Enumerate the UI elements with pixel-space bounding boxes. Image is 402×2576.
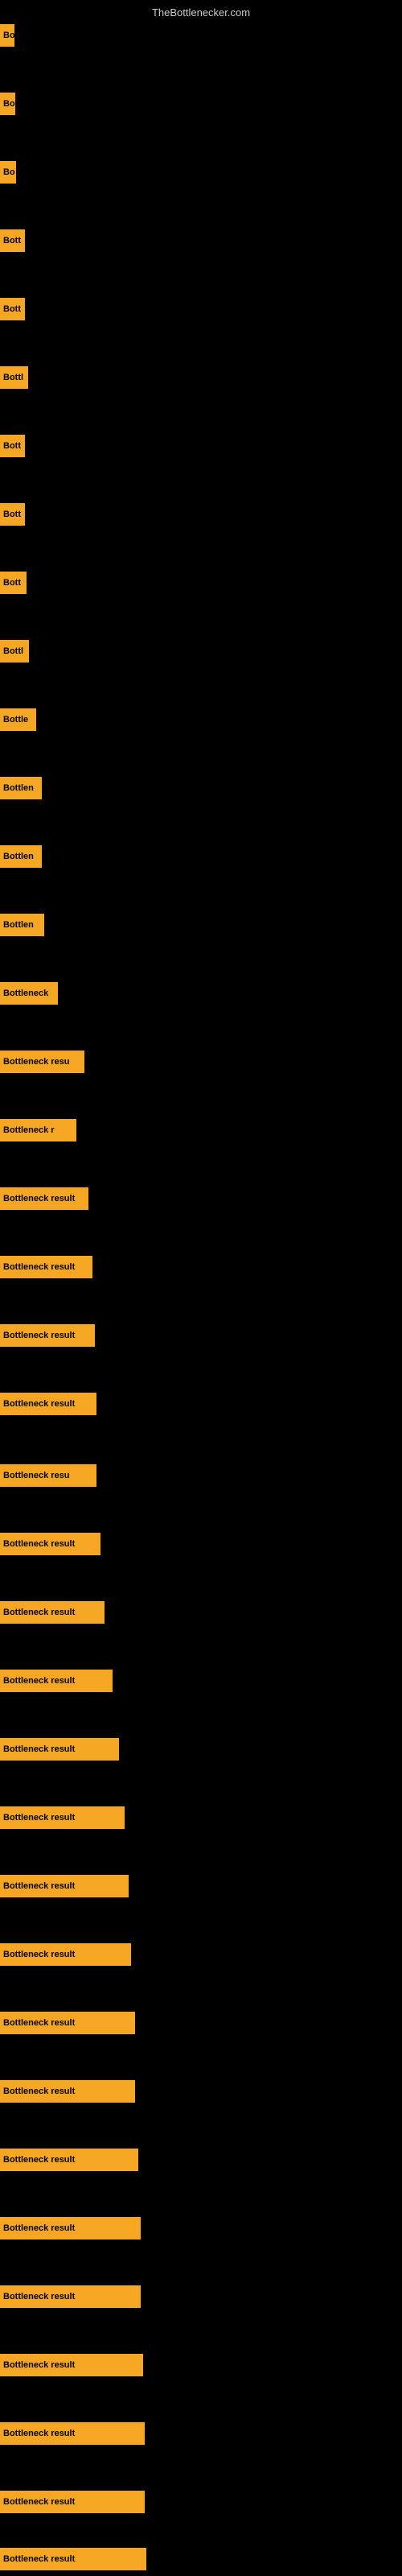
bar-item: Bottleneck result	[0, 1533, 100, 1555]
bar-label: Bott	[3, 510, 21, 519]
bar-item: Bottleneck result	[0, 2491, 145, 2513]
site-title: TheBottlenecker.com	[152, 6, 250, 19]
bar-label: Bottleneck result	[3, 1744, 75, 1754]
bar-item: Bottleneck result	[0, 2354, 143, 2376]
bar-label: Bottleneck resu	[3, 1057, 70, 1067]
bar-label: Bottleneck result	[3, 1813, 75, 1823]
bar-item: Bottlen	[0, 914, 44, 936]
bar-item: Bottleneck result	[0, 2080, 135, 2103]
bar-label: Bottleneck result	[3, 1539, 75, 1549]
bar-item: Bott	[0, 298, 25, 320]
bar-item: Bott	[0, 572, 27, 594]
bar-label: Bo	[3, 167, 15, 177]
bar-item: Bottleneck result	[0, 1324, 95, 1347]
bar-label: Bottleneck	[3, 989, 48, 998]
bar-label: Bott	[3, 578, 21, 588]
bar-label: Bottleneck result	[3, 2554, 75, 2564]
bar-label: Bottleneck result	[3, 2497, 75, 2507]
bar-item: Bottl	[0, 366, 28, 389]
bar-item: Bottlen	[0, 845, 42, 868]
bar-item: Bottleneck result	[0, 2217, 141, 2240]
bar-item: Bottleneck result	[0, 1393, 96, 1415]
bar-item: Bottle	[0, 708, 36, 731]
bar-label: Bottleneck r	[3, 1125, 55, 1135]
bar-item: Bo	[0, 93, 15, 115]
bar-item: Bottleneck result	[0, 1601, 105, 1624]
bar-label: Bo	[3, 31, 14, 40]
bar-label: Bottleneck result	[3, 2292, 75, 2301]
bar-item: Bottleneck result	[0, 2285, 141, 2308]
bar-label: Bottleneck result	[3, 2155, 75, 2165]
bar-label: Bottleneck result	[3, 1608, 75, 1617]
bar-label: Bottl	[3, 646, 23, 656]
bar-item: Bottleneck result	[0, 1187, 88, 1210]
bar-label: Bottleneck result	[3, 2018, 75, 2028]
bar-item: Bo	[0, 24, 14, 47]
bar-item: Bottleneck result	[0, 1806, 125, 1829]
bar-label: Bottlen	[3, 920, 34, 930]
bar-label: Bottleneck result	[3, 1950, 75, 1959]
bar-label: Bottlen	[3, 783, 34, 793]
bar-item: Bottleneck resu	[0, 1051, 84, 1073]
bar-item: Bottleneck result	[0, 2548, 146, 2570]
bar-item: Bottleneck	[0, 982, 58, 1005]
bar-item: Bottleneck r	[0, 1119, 76, 1141]
bar-item: Bottleneck result	[0, 2149, 138, 2171]
bar-label: Bottleneck result	[3, 2360, 75, 2370]
bar-item: Bottl	[0, 640, 29, 663]
bar-label: Bottlen	[3, 852, 34, 861]
bar-label: Bott	[3, 304, 21, 314]
bar-item: Bottlen	[0, 777, 42, 799]
bar-item: Bottleneck result	[0, 1875, 129, 1897]
bar-label: Bottleneck result	[3, 2087, 75, 2096]
bar-label: Bottleneck result	[3, 2223, 75, 2233]
bar-label: Bottleneck result	[3, 1194, 75, 1203]
bar-item: Bottleneck result	[0, 1738, 119, 1761]
bar-item: Bottleneck result	[0, 1670, 113, 1692]
bar-label: Bottleneck result	[3, 1262, 75, 1272]
bar-label: Bottleneck result	[3, 2429, 75, 2438]
bar-item: Bottleneck resu	[0, 1464, 96, 1487]
bar-item: Bottleneck result	[0, 1256, 92, 1278]
bar-label: Bottleneck resu	[3, 1471, 70, 1480]
bar-label: Bottleneck result	[3, 1881, 75, 1891]
bar-label: Bottleneck result	[3, 1331, 75, 1340]
bar-label: Bottleneck result	[3, 1676, 75, 1686]
bar-item: Bottleneck result	[0, 2422, 145, 2445]
bar-item: Bottleneck result	[0, 1943, 131, 1966]
bar-label: Bottl	[3, 373, 23, 382]
bar-label: Bottleneck result	[3, 1399, 75, 1409]
bar-label: Bottle	[3, 715, 28, 724]
bar-item: Bo	[0, 161, 16, 184]
bar-label: Bott	[3, 441, 21, 451]
bar-item: Bott	[0, 435, 25, 457]
bar-item: Bott	[0, 229, 25, 252]
bar-label: Bott	[3, 236, 21, 246]
bar-item: Bott	[0, 503, 25, 526]
bar-label: Bo	[3, 99, 15, 109]
bar-item: Bottleneck result	[0, 2012, 135, 2034]
